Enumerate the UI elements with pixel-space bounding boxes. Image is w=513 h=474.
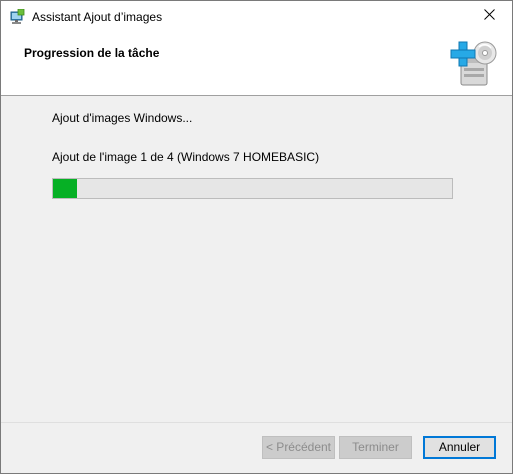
page-title: Progression de la tâche [24, 46, 160, 60]
progress-detail-text: Ajout de l'image 1 de 4 (Windows 7 HOMEB… [52, 150, 320, 164]
status-text: Ajout d'images Windows... [52, 111, 193, 125]
add-disk-image-icon [447, 39, 499, 91]
finish-button[interactable]: Terminer [339, 436, 412, 459]
wizard-window: Assistant Ajout d’images Progression de … [0, 0, 513, 474]
wizard-header: Progression de la tâche [1, 31, 512, 96]
cancel-button[interactable]: Annuler [423, 436, 496, 459]
wizard-content: Ajout d'images Windows... Ajout de l'ima… [1, 96, 512, 421]
wds-add-image-icon [9, 8, 25, 25]
progress-bar [52, 178, 453, 199]
close-button[interactable] [466, 1, 512, 31]
window-title: Assistant Ajout d’images [32, 10, 163, 24]
progress-bar-fill [53, 179, 77, 198]
previous-button[interactable]: < Précédent [262, 436, 335, 459]
wizard-footer: < Précédent Terminer Annuler [1, 422, 512, 473]
close-icon [483, 9, 495, 23]
title-bar[interactable]: Assistant Ajout d’images [1, 1, 512, 31]
